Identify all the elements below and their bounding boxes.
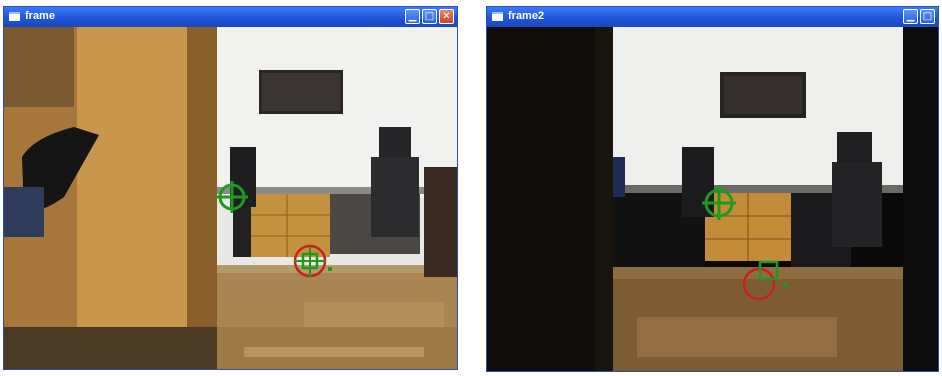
camera-view: [4, 27, 457, 369]
title-bar[interactable]: frame2 ▁ □: [487, 7, 938, 27]
close-icon: ✕: [442, 11, 451, 22]
minimize-button[interactable]: ▁: [405, 9, 420, 24]
camera-frame-image: [487, 27, 938, 371]
camera-frame-image: [4, 27, 457, 369]
maximize-icon: □: [424, 11, 435, 22]
maximize-button[interactable]: □: [422, 9, 437, 24]
maximize-icon: □: [922, 11, 933, 22]
camera-window-frame2: frame2 ▁ □: [487, 7, 938, 371]
title-bar[interactable]: frame ▁ □ ✕: [4, 7, 457, 27]
close-button[interactable]: ✕: [439, 9, 454, 24]
camera-window-frame: frame ▁ □ ✕: [4, 7, 457, 369]
window-title: frame: [25, 10, 55, 22]
maximize-button[interactable]: □: [920, 9, 935, 24]
minimize-icon: ▁: [408, 11, 417, 22]
window-app-icon: [492, 12, 503, 21]
minimize-icon: ▁: [906, 11, 915, 22]
camera-view: [487, 27, 938, 371]
minimize-button[interactable]: ▁: [903, 9, 918, 24]
window-app-icon: [9, 12, 20, 21]
dark-door: [487, 27, 613, 371]
window-title: frame2: [508, 10, 545, 22]
